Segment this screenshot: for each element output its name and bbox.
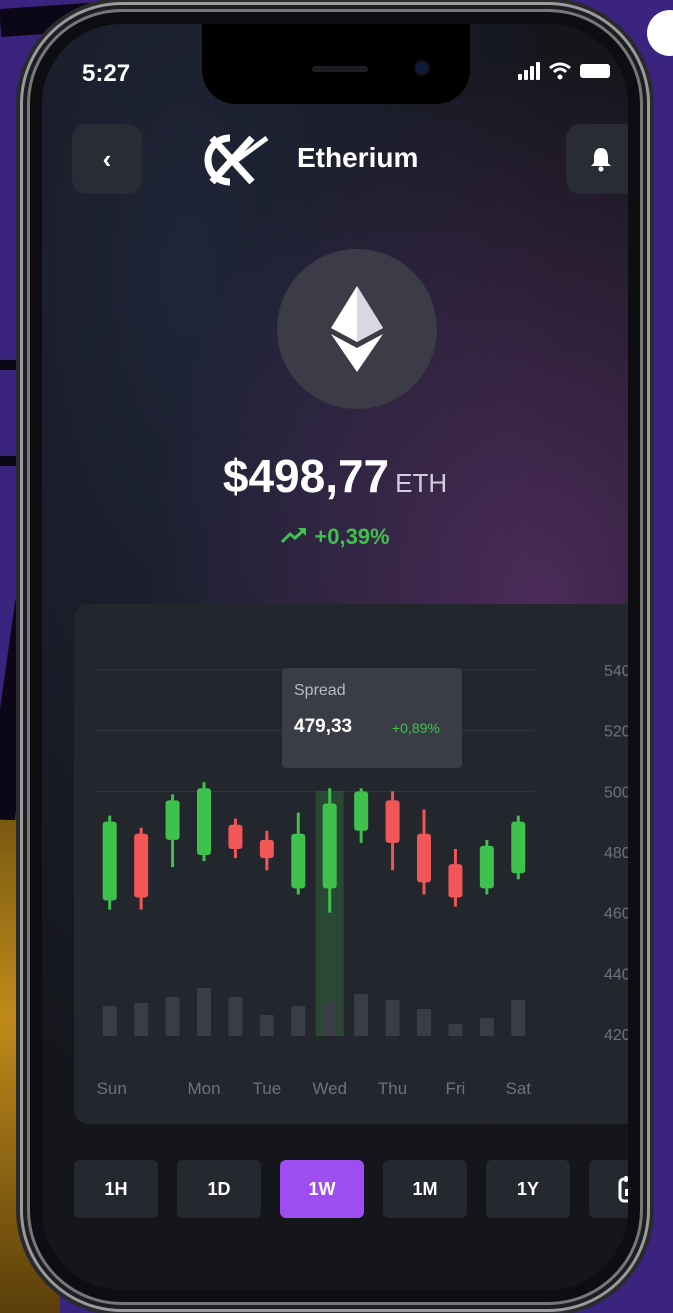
y-tick-label: 520: [604, 724, 628, 741]
volume-bar: [134, 1003, 149, 1036]
timeframe-1w-button[interactable]: 1W: [280, 1160, 364, 1218]
price-amount: $498,77: [222, 450, 390, 502]
candle-body: [165, 800, 180, 840]
candle-body: [322, 803, 337, 889]
ethereum-icon: [331, 286, 383, 372]
volume-bar: [165, 997, 180, 1036]
trend-up-icon: [281, 527, 307, 544]
tooltip-value: 479,33: [294, 716, 353, 737]
coin-avatar: [277, 249, 437, 409]
bg-circle: [647, 10, 673, 56]
y-tick-label: 420: [604, 1027, 628, 1044]
timeframe-1h-button[interactable]: 1H: [74, 1160, 158, 1218]
phone-frame: 5:27 ‹ Etherium $498,77 ETH +0,39% 540 5…: [30, 12, 640, 1302]
calendar-button[interactable]: [589, 1160, 628, 1218]
x-tick-label: Wed: [312, 1079, 347, 1098]
candlestick-chart[interactable]: 540 520 500 480 460 440 420 Sun Mon Tue Wed Thu Fri S…: [74, 604, 628, 1124]
signal-icon: [518, 62, 540, 80]
chevron-left-icon: ‹: [102, 143, 112, 174]
price-change-value: +0,39%: [314, 524, 390, 549]
back-button[interactable]: ‹: [72, 124, 142, 194]
price-unit: ETH: [395, 468, 448, 498]
y-tick-label: 500: [604, 784, 628, 801]
tooltip-label: Spread: [294, 682, 346, 699]
x-tick-label: Sat: [506, 1079, 532, 1098]
volume-bar: [228, 997, 243, 1036]
notifications-button[interactable]: [566, 124, 628, 194]
app-logo-icon: [204, 134, 269, 186]
front-camera: [416, 62, 428, 74]
candle-body: [259, 839, 274, 859]
wifi-icon: [549, 62, 571, 80]
speaker-grille: [312, 66, 368, 72]
candle-body: [102, 821, 117, 901]
calendar-icon: [618, 1176, 628, 1203]
x-tick-label: Sun: [97, 1079, 127, 1098]
candle-body: [228, 824, 243, 849]
x-tick-label: Thu: [378, 1079, 407, 1098]
x-tick-label: Tue: [253, 1079, 282, 1098]
page-title: Etherium: [297, 142, 419, 173]
candle-body: [417, 833, 431, 883]
volume-bar: [479, 1018, 494, 1036]
volume-bar: [511, 1000, 526, 1036]
candle-body: [385, 800, 400, 843]
x-tick-label: Fri: [446, 1079, 466, 1098]
volume-bar: [102, 1006, 117, 1036]
status-icons: [518, 62, 610, 80]
candle-body: [448, 864, 463, 898]
volume-bar: [259, 1015, 274, 1036]
price-change: +0,39%: [42, 524, 628, 550]
volume-bar: [322, 1003, 337, 1036]
candle-body: [291, 833, 306, 889]
volume-bar: [448, 1024, 463, 1036]
y-tick-label: 540: [604, 663, 628, 680]
candle-body: [134, 833, 149, 898]
bell-icon: [591, 148, 611, 172]
price-display: $498,77 ETH: [42, 449, 628, 503]
timeframe-1d-button[interactable]: 1D: [177, 1160, 261, 1218]
volume-bar: [417, 1009, 431, 1036]
y-tick-label: 460: [604, 906, 628, 923]
y-tick-label: 440: [604, 966, 628, 983]
volume-bar: [354, 994, 369, 1036]
battery-icon: [580, 64, 610, 78]
timeframe-1m-button[interactable]: 1M: [383, 1160, 467, 1218]
volume-bar: [385, 1000, 400, 1036]
timeframe-1y-button[interactable]: 1Y: [486, 1160, 570, 1218]
candle-body: [354, 791, 369, 831]
chart-tooltip: Spread 479,33 +0,89%: [282, 668, 462, 768]
x-tick-label: Mon: [187, 1079, 220, 1098]
phone-notch: [202, 24, 470, 104]
app-screen: 5:27 ‹ Etherium $498,77 ETH +0,39% 540 5…: [42, 24, 628, 1290]
timeframe-selector: 1H 1D 1W 1M 1Y: [74, 1160, 628, 1220]
candle-body: [197, 788, 211, 856]
tooltip-change: +0,89%: [392, 720, 440, 736]
volume-bar: [197, 988, 211, 1036]
candle-body: [511, 821, 526, 874]
status-time: 5:27: [82, 60, 131, 87]
volume-bar: [291, 1006, 306, 1036]
candle-body: [479, 845, 494, 889]
y-tick-label: 480: [604, 845, 628, 862]
